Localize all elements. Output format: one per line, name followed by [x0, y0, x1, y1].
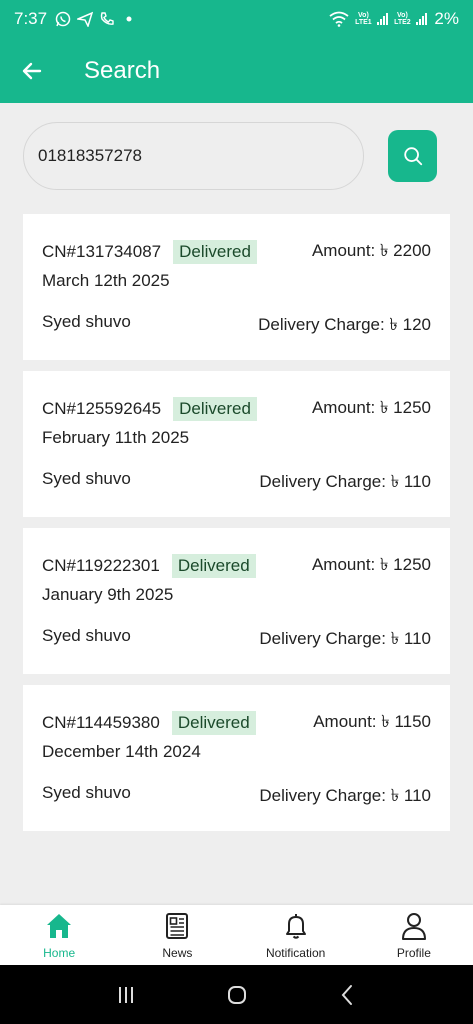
user-icon — [401, 913, 426, 940]
status-badge: Delivered — [173, 397, 257, 421]
consignment-number: CN#125592645 — [42, 399, 162, 418]
order-header: CN#125592645 Delivered Amount: ৳ 1250 — [42, 397, 431, 421]
search-input[interactable] — [23, 122, 364, 190]
send-icon — [77, 11, 94, 27]
order-amount: Amount: ৳ 1250 — [311, 555, 431, 574]
system-nav-bar — [0, 965, 473, 1024]
consignment-number: CN#114459380 — [42, 713, 160, 732]
delivery-charge: Delivery Charge: ৳ 110 — [259, 786, 431, 805]
customer-name: Syed shuvo — [42, 469, 131, 488]
dot-icon — [126, 16, 132, 22]
order-amount: Amount: ৳ 1150 — [313, 712, 431, 731]
nav-home-label: Home — [43, 946, 76, 960]
delivery-charge: Delivery Charge: ৳ 110 — [259, 629, 431, 648]
order-card[interactable]: CN#125592645 Delivered Amount: ৳ 1250 Fe… — [23, 371, 450, 517]
battery-level: 2% — [434, 9, 459, 28]
order-date: December 14th 2024 — [42, 742, 201, 761]
customer-name: Syed shuvo — [42, 783, 131, 802]
home-button-icon[interactable] — [225, 983, 249, 1007]
status-bar: 7:37 Vo) LTE1 Vo) LTE2 2% — [0, 0, 473, 38]
search-row — [23, 122, 438, 190]
nav-notification[interactable]: Notification — [237, 905, 355, 965]
customer-name: Syed shuvo — [42, 312, 131, 331]
order-footer: Syed shuvo Delivery Charge: ৳ 110 — [42, 783, 431, 811]
consignment-number: CN#131734087 — [42, 242, 162, 261]
order-header: CN#119222301 Delivered Amount: ৳ 1250 — [42, 554, 431, 578]
status-right: Vo) LTE1 Vo) LTE2 2% — [329, 9, 459, 29]
delivery-charge: Delivery Charge: ৳ 110 — [259, 472, 431, 491]
order-date: March 12th 2025 — [42, 271, 170, 290]
nav-profile[interactable]: Profile — [355, 905, 473, 965]
notification-icons — [55, 11, 137, 27]
order-card[interactable]: CN#114459380 Delivered Amount: ৳ 1150 De… — [23, 685, 450, 831]
wifi-icon — [329, 11, 349, 27]
status-time: 7:37 — [14, 9, 48, 28]
lte1-label: Vo) LTE1 — [355, 12, 372, 26]
search-button[interactable] — [388, 130, 437, 182]
order-amount: Amount: ৳ 2200 — [311, 241, 431, 260]
whatsapp-icon — [55, 11, 71, 27]
recent-apps-icon[interactable] — [114, 983, 138, 1007]
order-footer: Syed shuvo Delivery Charge: ৳ 110 — [42, 469, 431, 497]
call-icon — [100, 12, 114, 25]
status-badge: Delivered — [173, 240, 257, 264]
order-card[interactable]: CN#119222301 Delivered Amount: ৳ 1250 Ja… — [23, 528, 450, 674]
back-nav-icon[interactable] — [336, 983, 360, 1007]
status-badge: Delivered — [171, 554, 256, 578]
delivery-charge: Delivery Charge: ৳ 120 — [258, 315, 431, 334]
consignment-number: CN#119222301 — [42, 556, 160, 575]
nav-news-label: News — [162, 946, 193, 960]
news-icon — [166, 913, 189, 939]
signal1-icon — [377, 13, 389, 25]
search-icon — [403, 147, 422, 166]
page-title: Search — [84, 56, 161, 84]
nav-home[interactable]: Home — [0, 905, 118, 965]
lte2-label: Vo) LTE2 — [394, 12, 411, 26]
customer-name: Syed shuvo — [42, 626, 131, 645]
signal2-icon — [416, 13, 428, 25]
bottom-nav: Home News Notification Profile — [0, 905, 473, 965]
order-footer: Syed shuvo Delivery Charge: ৳ 120 — [42, 312, 431, 340]
order-card[interactable]: CN#131734087 Delivered Amount: ৳ 2200 Ma… — [23, 214, 450, 360]
bell-icon — [285, 914, 306, 939]
nav-profile-label: Profile — [396, 946, 431, 960]
status-badge: Delivered — [171, 711, 256, 735]
order-date: February 11th 2025 — [42, 428, 190, 447]
order-date: January 9th 2025 — [42, 585, 174, 604]
order-amount: Amount: ৳ 1250 — [311, 398, 431, 417]
order-header: CN#114459380 Delivered Amount: ৳ 1150 — [42, 711, 431, 735]
order-footer: Syed shuvo Delivery Charge: ৳ 110 — [42, 626, 431, 654]
back-button[interactable] — [0, 38, 64, 103]
home-icon — [47, 914, 72, 938]
nav-notification-label: Notification — [265, 946, 326, 960]
nav-news[interactable]: News — [118, 905, 236, 965]
app-bar: Search — [0, 38, 473, 103]
arrow-left-icon — [22, 62, 42, 79]
order-header: CN#131734087 Delivered Amount: ৳ 2200 — [42, 240, 431, 264]
screen: 7:37 Vo) LTE1 Vo) LTE2 2% Search 0181835… — [0, 0, 473, 1024]
